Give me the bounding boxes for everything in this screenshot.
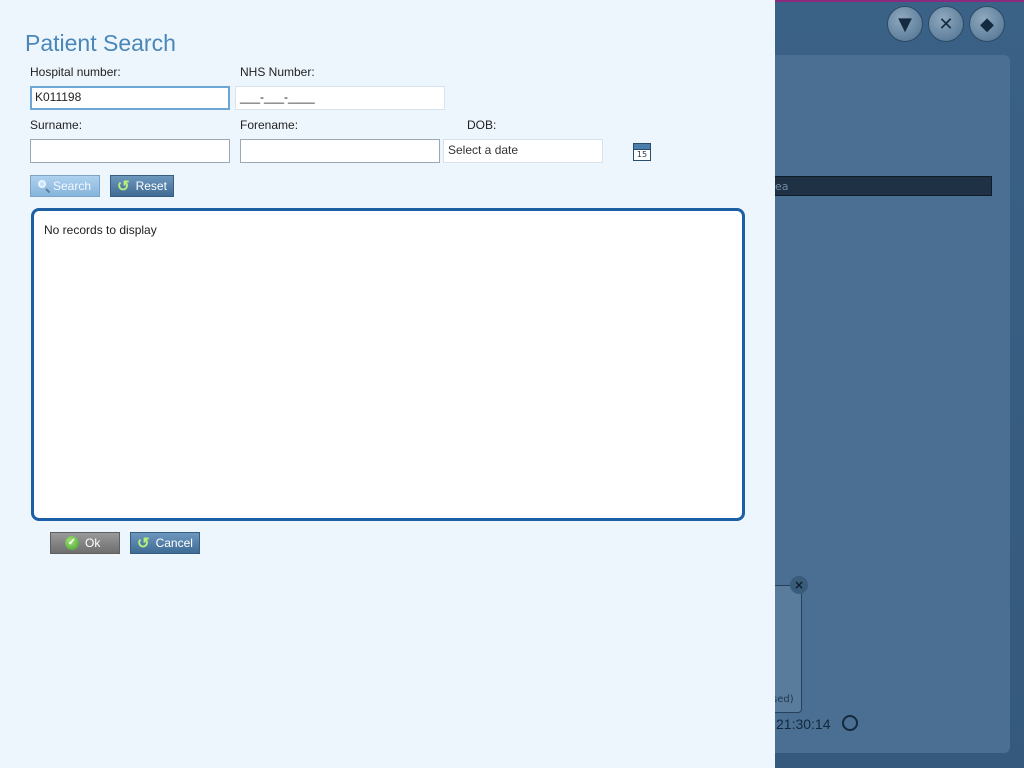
dialog-title: Patient Search — [25, 30, 176, 56]
calendar-day-text: 15 — [636, 150, 648, 159]
patient-search-dialog: Patient Search Hospital number: NHS Numb… — [0, 0, 775, 768]
undo-arrow-icon: ↺ — [117, 178, 130, 195]
dob-label: DOB: — [467, 118, 497, 132]
surname-input[interactable] — [30, 139, 230, 163]
search-button-label: Search — [52, 179, 91, 193]
results-grid[interactable]: No records to display — [31, 208, 745, 521]
forename-input[interactable] — [240, 139, 440, 163]
hospital-number-label: Hospital number: — [30, 65, 121, 79]
nhs-number-input[interactable]: ___-___-____ — [235, 86, 445, 110]
card-close-icon[interactable]: × — [790, 576, 808, 594]
erase-icon[interactable]: ◆ — [969, 6, 1005, 42]
forename-label: Forename: — [240, 118, 299, 132]
nhs-number-label: NHS Number: — [240, 65, 315, 79]
background-time: 21:30:14 — [776, 716, 831, 732]
close-icon[interactable]: ✕ — [928, 6, 964, 42]
background-radio[interactable] — [842, 715, 858, 731]
search-button[interactable]: Search — [30, 175, 100, 197]
background-dark-bar: ea — [770, 176, 992, 196]
hospital-number-input[interactable]: K011198 — [30, 86, 230, 110]
ok-button-label: Ok — [85, 536, 101, 550]
calendar-icon[interactable]: 15 — [633, 143, 651, 161]
cancel-button-label: Cancel — [155, 536, 193, 550]
reset-button-label: Reset — [135, 179, 167, 193]
check-icon: ✓ — [65, 536, 79, 550]
surname-label: Surname: — [30, 118, 83, 132]
cancel-button[interactable]: ↺ Cancel — [130, 532, 200, 554]
ok-button[interactable]: ✓ Ok — [50, 532, 120, 554]
reset-button[interactable]: ↺ Reset — [110, 175, 174, 197]
undo-arrow-icon: ↺ — [137, 535, 150, 552]
search-icon — [37, 179, 47, 193]
filter-icon[interactable]: ▼ — [887, 6, 923, 42]
dob-date-picker[interactable]: Select a date — [443, 139, 603, 163]
background-card-text: sed) — [772, 694, 794, 705]
no-records-message: No records to display — [44, 223, 157, 237]
